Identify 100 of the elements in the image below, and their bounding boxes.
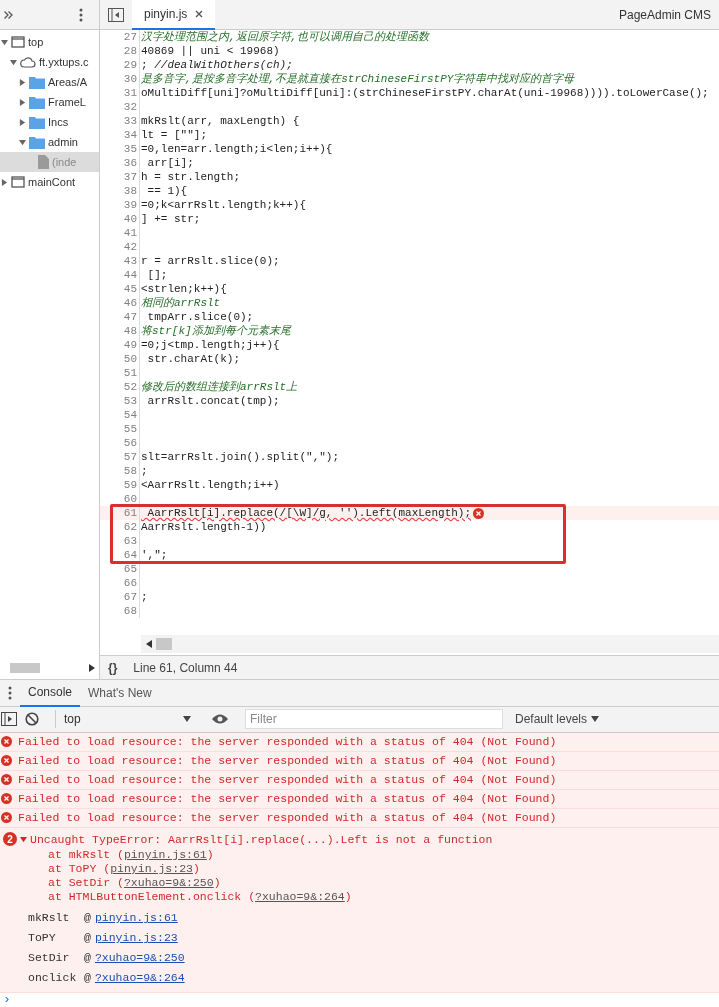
more-options-icon[interactable]	[79, 7, 83, 22]
code-comment: 修改后的数组连接到arrRslt上	[140, 380, 298, 394]
console-prompt[interactable]: ›	[0, 993, 719, 1007]
code-line: <strlen;k++){	[140, 282, 227, 296]
source-link[interactable]: pinyin.js:61	[94, 909, 178, 927]
tree-item[interactable]: top	[0, 32, 99, 52]
line-number: 45	[100, 282, 140, 296]
line-number: 41	[100, 226, 140, 240]
collapsed-triangle-icon	[18, 118, 26, 126]
cloud-icon	[20, 56, 36, 68]
scroll-thumb[interactable]	[10, 663, 40, 674]
code-line: str.charAt(k);	[146, 352, 241, 366]
tree-item[interactable]: admin	[0, 132, 99, 152]
tree-item[interactable]: FrameL	[0, 92, 99, 112]
error-icon	[1, 755, 12, 767]
dropdown-caret-icon	[591, 716, 600, 723]
tree-item[interactable]: Incs	[0, 112, 99, 132]
stack-frame: at HTMLButtonElement.onclick (?xuhao=9&:264)	[0, 890, 719, 904]
levels-select[interactable]: Default levels	[515, 710, 600, 729]
error-count-badge: 2	[3, 832, 17, 847]
line-number: 43	[100, 254, 140, 268]
file-icon	[38, 155, 49, 169]
line-number: 62	[100, 520, 140, 534]
horizontal-scrollbar[interactable]	[141, 635, 719, 654]
line-number: 68	[100, 604, 140, 618]
toggle-navigator-icon[interactable]	[108, 7, 124, 22]
line-number: 35	[100, 142, 140, 156]
line-number: 61	[100, 506, 140, 520]
code-line: ;	[140, 464, 148, 478]
scroll-right-icon[interactable]	[89, 664, 95, 673]
line-number: 46	[100, 296, 140, 310]
line-number: 64	[100, 548, 140, 562]
code-line: == 1){	[146, 184, 188, 198]
source-link[interactable]: pinyin.js:23	[94, 929, 178, 947]
scroll-left-icon[interactable]	[146, 640, 152, 649]
more-options-icon[interactable]	[8, 686, 12, 701]
sidebar-toggle-icon[interactable]	[1, 712, 17, 727]
error-icon	[1, 812, 12, 824]
at-sign: @	[84, 950, 91, 967]
line-number: 55	[100, 422, 140, 436]
code-line: AarrRslt.length-1))	[140, 520, 267, 534]
expanded-triangle-icon[interactable]	[20, 835, 27, 843]
drawer-tab[interactable]: What's New	[80, 679, 160, 707]
file-tab[interactable]: pinyin.js	[132, 0, 216, 30]
exception-message: Uncaught TypeError: AarrRslt[i].replace(...).Left is not a function	[30, 831, 493, 848]
line-number: 52	[100, 380, 140, 394]
line-number: 44	[100, 268, 140, 282]
error-message: Failed to load resource: the server responded with a status of 404 (Not Found)	[18, 753, 557, 770]
line-number: 32	[100, 100, 140, 114]
code-comment: 相同的arrRslt	[140, 296, 221, 310]
code-line: ;	[140, 590, 148, 604]
at-sign: @	[84, 910, 91, 927]
code-line: ',";	[140, 548, 168, 562]
tree-item[interactable]: Areas/A	[0, 72, 99, 92]
context-select[interactable]: top	[55, 710, 195, 729]
code-line: lt = [""];	[140, 128, 207, 142]
line-number: 38	[100, 184, 140, 198]
line-number: 40	[100, 212, 140, 226]
tree-item[interactable]: ft.yxtups.c	[0, 52, 99, 72]
code-line: arrRslt.concat(tmp);	[146, 394, 280, 408]
clear-console-icon[interactable]	[25, 712, 39, 727]
line-number: 53	[100, 394, 140, 408]
code-line: tmpArr.slice(0);	[146, 310, 254, 324]
scroll-thumb[interactable]	[156, 638, 172, 651]
filter-field[interactable]: Filter	[245, 709, 503, 730]
collapsed-triangle-icon	[18, 98, 26, 106]
line-number: 30	[100, 72, 140, 86]
line-number: 48	[100, 324, 140, 338]
code-line: [];	[146, 268, 168, 282]
tree-item[interactable]: mainCont	[0, 172, 99, 192]
line-number: 28	[100, 44, 140, 58]
frame-icon	[11, 36, 25, 48]
double-chevron-icon[interactable]	[4, 10, 13, 19]
line-number: 33	[100, 114, 140, 128]
error-message: Failed to load resource: the server responded with a status of 404 (Not Found)	[18, 791, 557, 808]
collapsed-triangle-icon	[18, 78, 26, 86]
eye-icon[interactable]	[211, 713, 229, 726]
pretty-print-button[interactable]: {}	[108, 658, 118, 677]
line-number: 58	[100, 464, 140, 478]
line-number: 29	[100, 58, 140, 72]
cursor-position: Line 61, Column 44	[133, 659, 238, 677]
code-line: arr[i];	[146, 156, 194, 170]
function-name: mkRslt	[28, 910, 71, 927]
error-icon	[1, 774, 12, 786]
stack-frame: at SetDir (?xuhao=9&:250)	[0, 876, 719, 890]
code-line: 40869 || uni < 19968)	[140, 44, 280, 58]
line-number: 34	[100, 128, 140, 142]
line-number: 27	[100, 30, 140, 44]
code-line: slt=arrRslt.join().split(",");	[140, 450, 340, 464]
frame-icon	[11, 176, 25, 188]
source-link[interactable]: ?xuhao=9&:264	[94, 969, 185, 987]
close-icon[interactable]	[195, 9, 204, 18]
code-line: h = str.length;	[140, 170, 241, 184]
line-number: 50	[100, 352, 140, 366]
line-number: 51	[100, 366, 140, 380]
code-line: oMultiDiff[uni]?oMultiDiff[uni]:(strChineseFirstPY.charAt(uni-19968)))).toLowerCase();	[140, 86, 709, 100]
folder-icon	[29, 135, 45, 149]
stack-frame: at ToPY (pinyin.js:23)	[0, 862, 719, 876]
source-link[interactable]: ?xuhao=9&:250	[94, 949, 185, 967]
line-number: 54	[100, 408, 140, 422]
